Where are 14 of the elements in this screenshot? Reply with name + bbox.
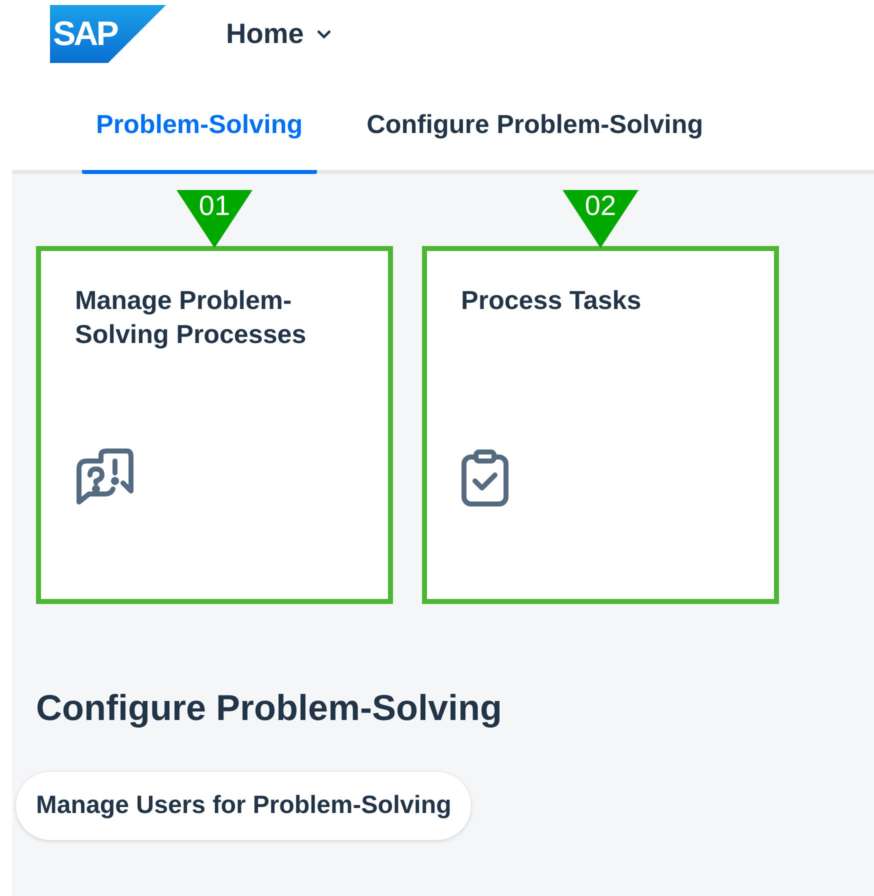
tile-title: Manage Problem-Solving Processes [75, 284, 308, 351]
home-menu[interactable]: Home [226, 13, 332, 55]
callout-marker: 01 [176, 190, 252, 248]
app-tile[interactable]: Process Tasks [422, 246, 779, 604]
app-tile[interactable]: Manage Problem-Solving Processes [36, 246, 393, 604]
section-title: Configure Problem-Solving [36, 690, 504, 726]
question-exclamation-bubbles-icon [75, 447, 135, 507]
tab[interactable]: Configure Problem-Solving [352, 105, 718, 174]
chevron-down-icon [316, 29, 332, 39]
link-tile[interactable]: Manage Users for Problem-Solving [16, 772, 472, 840]
callout-marker: 02 [562, 190, 638, 248]
tile-title: Process Tasks [461, 284, 642, 317]
clipboard-check-icon [461, 449, 509, 507]
logo: SAP [50, 5, 166, 63]
